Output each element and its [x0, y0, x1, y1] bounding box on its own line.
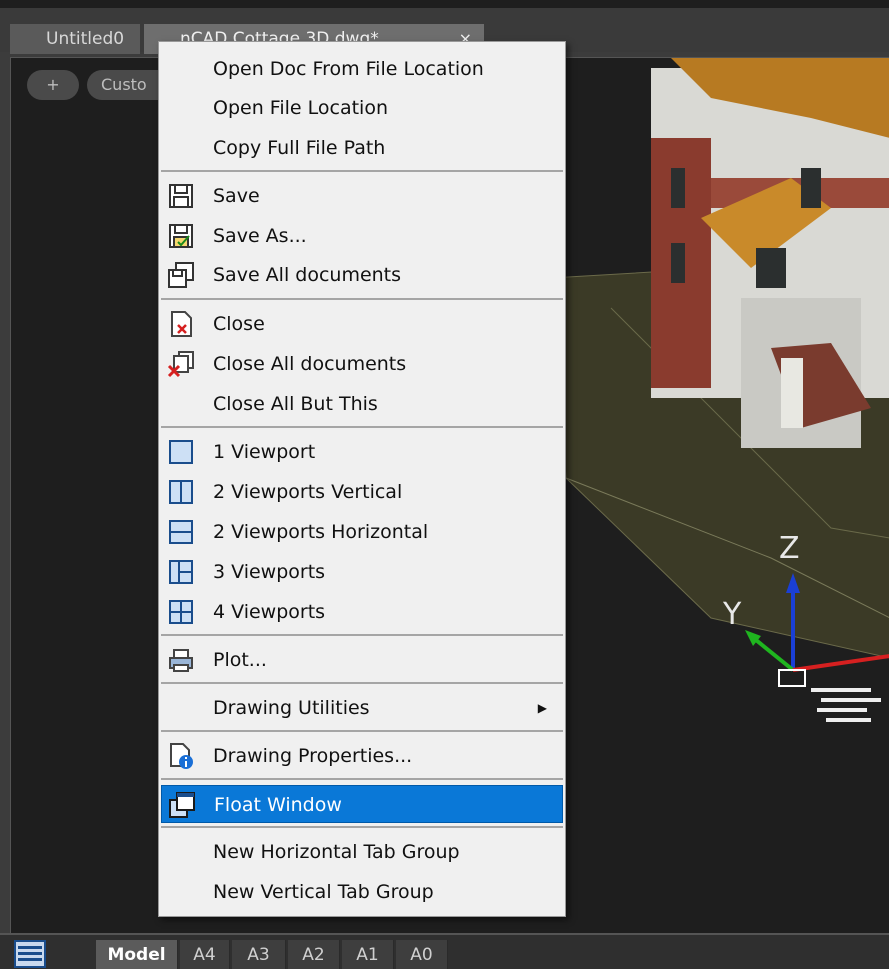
- tab-a1[interactable]: A1: [342, 940, 394, 969]
- menu-new-vertical-tab-group[interactable]: New Vertical Tab Group: [161, 873, 563, 911]
- menu-item-label: 1 Viewport: [213, 441, 316, 463]
- float-window-icon: [169, 792, 195, 818]
- menu-item-label: Drawing Utilities: [213, 697, 370, 719]
- menu-item-label: 2 Viewports Horizontal: [213, 521, 429, 543]
- tab-model[interactable]: Model: [96, 940, 178, 969]
- menu-item-label: Save All documents: [213, 264, 402, 286]
- menu-4-viewports[interactable]: 4 Viewports: [161, 593, 563, 631]
- window: [801, 168, 821, 208]
- menu-separator: [161, 170, 563, 172]
- viewport-2h-icon: [169, 520, 193, 544]
- y-axis: [749, 634, 795, 672]
- menu-separator: [161, 634, 563, 636]
- menu-item-label: Close: [213, 313, 265, 335]
- viewport-4-icon: [169, 600, 193, 624]
- menu-item-label: Open File Location: [213, 97, 388, 119]
- tab-untitled0[interactable]: Untitled0: [10, 24, 140, 54]
- x-axis: [792, 654, 889, 672]
- viewport-3-icon: [169, 560, 193, 584]
- tab-a0[interactable]: A0: [396, 940, 448, 969]
- menu-3-viewports[interactable]: 3 Viewports: [161, 553, 563, 591]
- menu-item-label: Close All But This: [213, 393, 378, 415]
- menu-new-horizontal-tab-group[interactable]: New Horizontal Tab Group: [161, 833, 563, 871]
- menu-item-label: New Vertical Tab Group: [213, 881, 434, 903]
- y-axis-label: Y: [722, 597, 742, 632]
- menu-float-window[interactable]: Float Window: [161, 785, 563, 823]
- menu-save-as[interactable]: Save As...: [161, 217, 563, 255]
- menu-open-doc-from-file-location[interactable]: Open Doc From File Location: [161, 50, 563, 88]
- close-doc-icon: [171, 311, 192, 337]
- viewport-2v-icon: [169, 480, 193, 504]
- close-all-icon: [167, 351, 194, 378]
- menu-item-label: Drawing Properties...: [213, 745, 413, 767]
- menu-2-viewports-vertical[interactable]: 2 Viewports Vertical: [161, 473, 563, 511]
- window: [671, 243, 685, 283]
- dimension-text-marks: [811, 688, 881, 722]
- ucs-icon: [778, 669, 806, 687]
- menu-plot[interactable]: Plot...: [161, 641, 563, 679]
- menu-save-all-documents[interactable]: Save All documents: [161, 256, 563, 294]
- menu-separator: [161, 730, 563, 732]
- menu-separator: [161, 298, 563, 300]
- menu-drawing-properties[interactable]: Drawing Properties...: [161, 737, 563, 775]
- tab-a2[interactable]: A2: [288, 940, 340, 969]
- menu-separator: [161, 826, 563, 828]
- menu-close-all-but-this[interactable]: Close All But This: [161, 385, 563, 423]
- app-window: Untitled0 nCAD Cottage 3D.dwg* × + Custo: [0, 0, 889, 969]
- tab-a3[interactable]: A3: [232, 940, 286, 969]
- menu-copy-full-file-path[interactable]: Copy Full File Path: [161, 129, 563, 167]
- layout-tab-bar: Model A4 A3 A2 A1 A0: [0, 933, 889, 969]
- menu-item-label: 3 Viewports: [213, 561, 326, 583]
- window: [756, 248, 786, 288]
- stair-wall: [781, 358, 803, 428]
- viewport-1-icon: [169, 440, 193, 464]
- save-icon: [169, 184, 193, 208]
- menu-item-label: Open Doc From File Location: [213, 58, 484, 80]
- menu-item-label: 2 Viewports Vertical: [213, 481, 403, 503]
- menu-separator: [161, 778, 563, 780]
- tab-a4[interactable]: A4: [180, 940, 230, 969]
- save-all-icon: [168, 262, 194, 288]
- menu-1-viewport[interactable]: 1 Viewport: [161, 433, 563, 471]
- menu-save[interactable]: Save: [161, 177, 563, 215]
- layout-menu-icon[interactable]: [14, 940, 46, 968]
- menu-item-label: Copy Full File Path: [213, 137, 386, 159]
- z-axis-label: Z: [779, 531, 800, 566]
- menu-item-label: Save: [213, 185, 260, 207]
- menu-open-file-location[interactable]: Open File Location: [161, 89, 563, 127]
- menu-separator: [161, 682, 563, 684]
- menu-item-label: Plot...: [213, 649, 267, 671]
- menu-2-viewports-horizontal[interactable]: 2 Viewports Horizontal: [161, 513, 563, 551]
- tab-label: Untitled0: [46, 29, 125, 49]
- menu-item-label: 4 Viewports: [213, 601, 326, 623]
- menu-close[interactable]: Close: [161, 305, 563, 343]
- menu-item-label: Close All documents: [213, 353, 407, 375]
- menu-item-label: Save As...: [213, 225, 307, 247]
- menu-separator: [161, 426, 563, 428]
- save-as-icon: [169, 224, 193, 248]
- menu-item-label: New Horizontal Tab Group: [213, 841, 460, 863]
- tab-context-menu: Open Doc From File Location Open File Lo…: [158, 41, 566, 917]
- menu-drawing-utilities[interactable]: Drawing Utilities ▶: [161, 689, 563, 727]
- printer-icon: [169, 649, 193, 672]
- menu-item-label: Float Window: [214, 794, 342, 816]
- window: [671, 168, 685, 208]
- menu-close-all-documents[interactable]: Close All documents: [161, 345, 563, 383]
- drawing-properties-icon: [170, 743, 193, 769]
- submenu-arrow-icon: ▶: [537, 701, 547, 715]
